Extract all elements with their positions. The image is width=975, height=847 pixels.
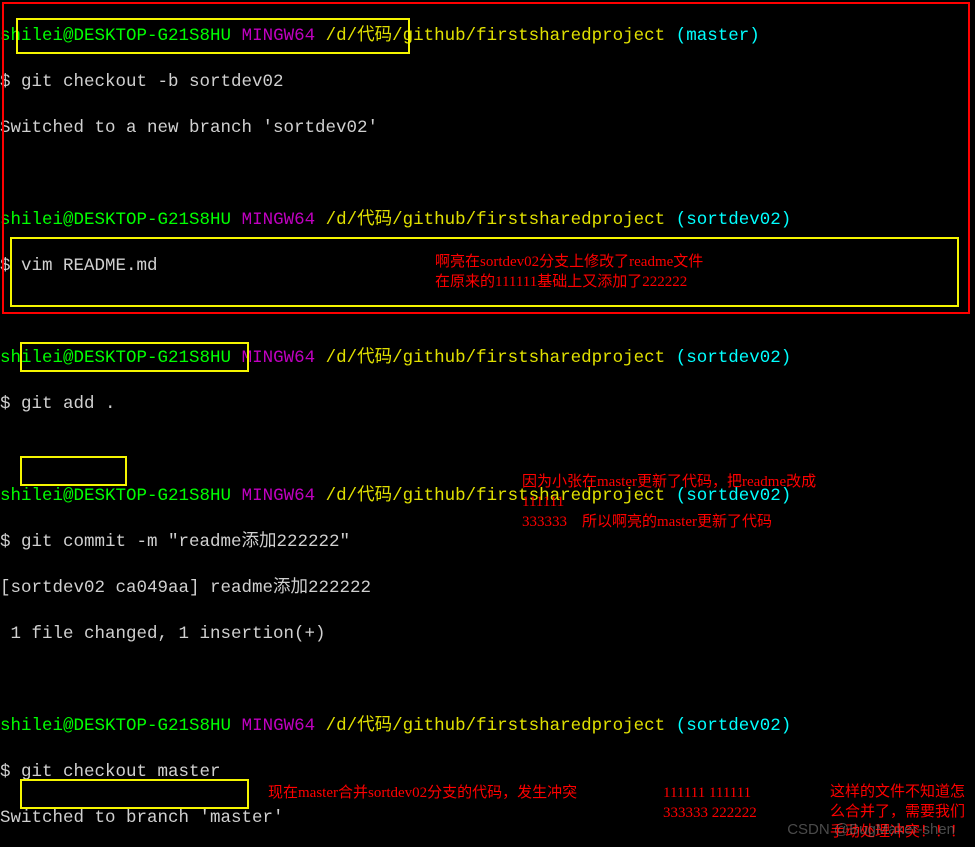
cmd-checkout-new: $ git checkout -b sortdev02 xyxy=(0,71,975,94)
cmd-git-add: $ git add . xyxy=(0,393,975,416)
cmd-vim-readme: $ vim README.md xyxy=(0,255,975,278)
out-commit-stat: 1 file changed, 1 insertion(+) xyxy=(0,623,975,646)
terminal-window[interactable]: shilei@DESKTOP-G21S8HU MINGW64 /d/代码/git… xyxy=(0,0,975,847)
prompt-line: shilei@DESKTOP-G21S8HU MINGW64 /d/代码/git… xyxy=(0,209,975,232)
prompt-line: shilei@DESKTOP-G21S8HU MINGW64 /d/代码/git… xyxy=(0,485,975,508)
watermark: CSDN @BugMaker-shen xyxy=(787,818,955,841)
prompt-line: shilei@DESKTOP-G21S8HU MINGW64 /d/代码/git… xyxy=(0,25,975,48)
prompt-line: shilei@DESKTOP-G21S8HU MINGW64 /d/代码/git… xyxy=(0,715,975,738)
cmd-checkout-master: $ git checkout master xyxy=(0,761,975,784)
annotation-text: 现在master合并sortdev02分支的代码，发生冲突 xyxy=(268,783,577,803)
out-commit-hash: [sortdev02 ca049aa] readme添加222222 xyxy=(0,577,975,600)
out-switched-new: Switched to a new branch 'sortdev02' xyxy=(0,117,975,140)
prompt-line: shilei@DESKTOP-G21S8HU MINGW64 /d/代码/git… xyxy=(0,347,975,370)
cmd-git-commit: $ git commit -m "readme添加222222" xyxy=(0,531,975,554)
